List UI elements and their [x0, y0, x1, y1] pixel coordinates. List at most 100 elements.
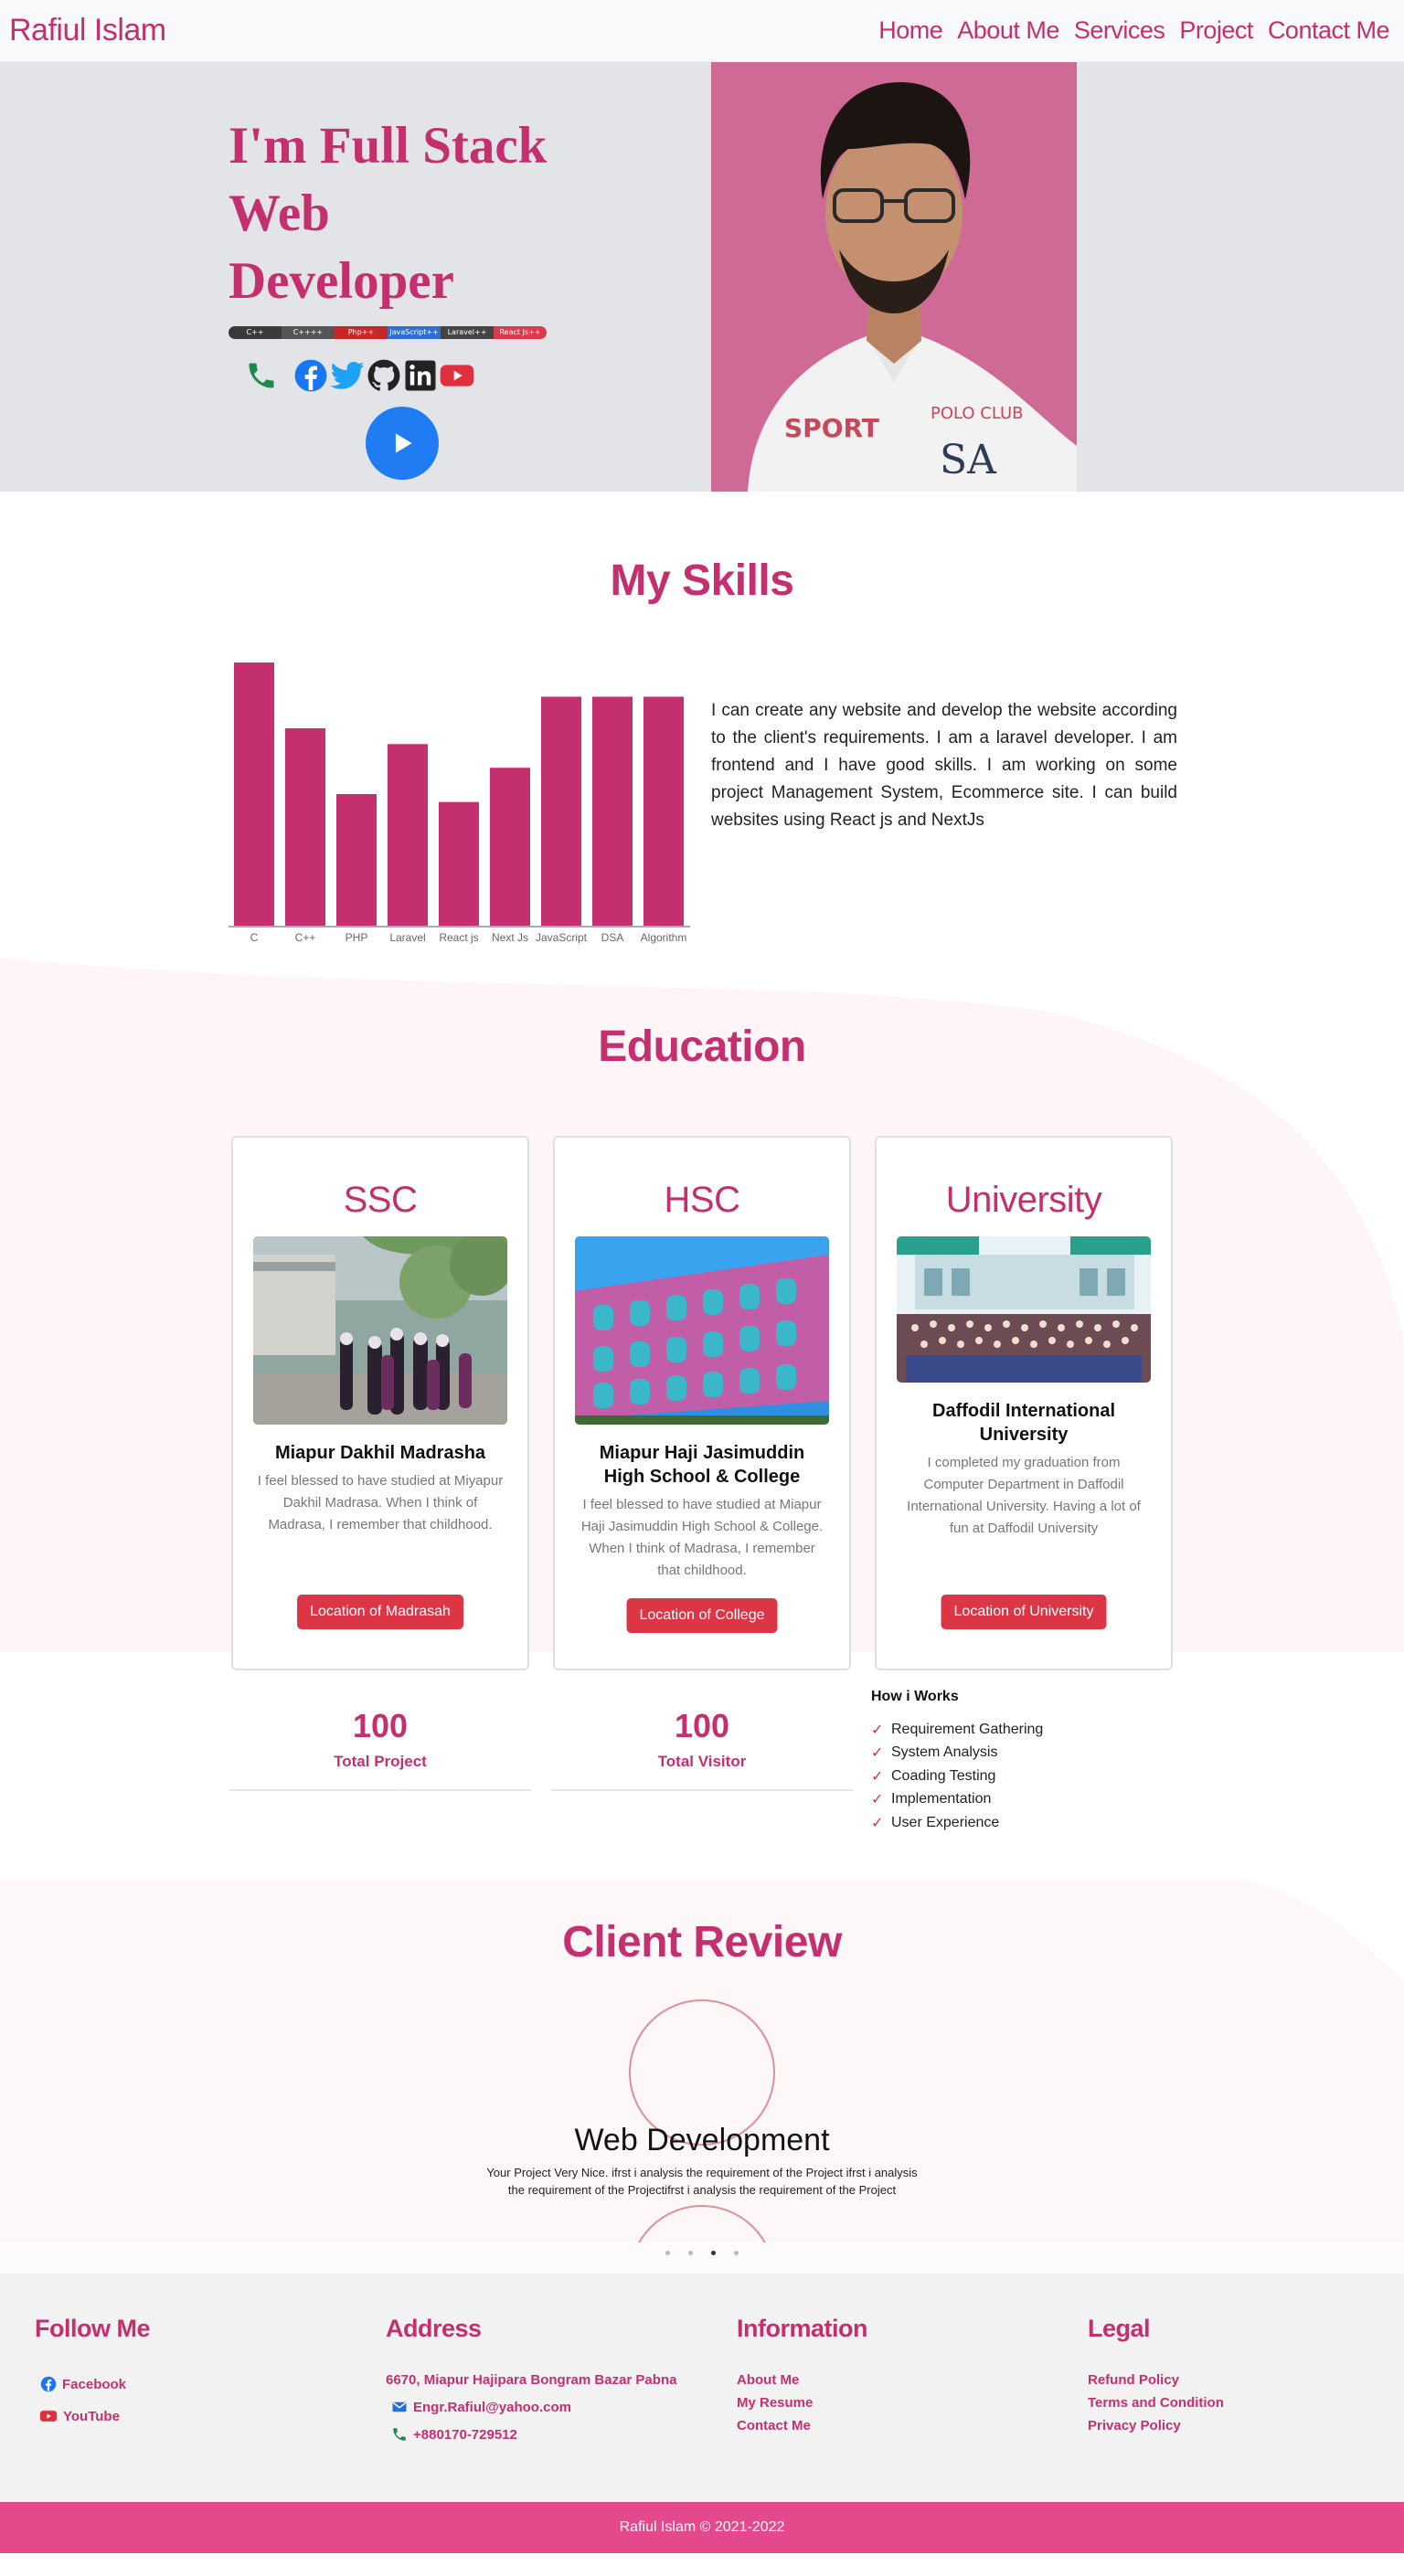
footer-street: 6670, Miapur Hajipara Bongram Bazar Pabn…	[386, 2372, 677, 2388]
nav-link-home[interactable]: Home	[878, 16, 943, 45]
card-heading: SSC	[343, 1180, 418, 1220]
skill-bar-label: PHP	[346, 931, 368, 944]
card-school-name: Miapur Dakhil Madrasha	[274, 1443, 486, 1463]
check-icon: ✓	[871, 1745, 884, 1762]
footer-link-contact[interactable]: Contact Me	[737, 2418, 867, 2433]
nav-links: Home About Me Services Project Contact M…	[878, 16, 1389, 45]
brand-logo[interactable]: Rafiul Islam	[9, 13, 166, 48]
footer-youtube-link[interactable]: YouTube	[35, 2407, 150, 2425]
skill-bar-javascript	[541, 696, 581, 926]
review-bottom-mask	[0, 2242, 1404, 2274]
card-heading: University	[945, 1180, 1102, 1220]
review-heading: Web Development	[574, 2123, 830, 2157]
footer: Follow Me Facebook YouTube Address 6670,…	[0, 2274, 1404, 2502]
skill-badge: Php++	[335, 326, 388, 339]
copyright-bar: Rafiul Islam © 2021-2022	[0, 2502, 1404, 2553]
skills-description: I can create any website and develop the…	[711, 701, 1177, 830]
how-item: ✓ System Analysis	[871, 1744, 998, 1762]
phone-icon	[393, 2428, 406, 2441]
carousel-dots	[665, 2251, 739, 2255]
footer-facebook-link[interactable]: Facebook	[35, 2376, 150, 2392]
social-links	[243, 357, 548, 394]
skill-bar-label: React js	[439, 931, 478, 944]
stat-label: Total Visitor	[657, 1753, 747, 1770]
skills-bar-chart: C C++ PHP Laravel React js Next Js JavaScript D…	[229, 663, 690, 944]
linkedin-icon[interactable]	[402, 357, 439, 394]
stat-label: Total Project	[334, 1753, 427, 1770]
footer-address: Address 6670, Miapur Hajipara Bongram Ba…	[386, 2315, 676, 2443]
skill-badge: Laravel++	[441, 326, 494, 339]
skill-bar-next-js	[490, 768, 530, 926]
location-college-button[interactable]: Location of College	[626, 1598, 778, 1633]
location-madrasah-button[interactable]: Location of Madrasah	[297, 1595, 463, 1629]
skills-section: My Skills C C++ PHP Laravel React js Next Js J…	[0, 492, 1404, 958]
svg-text:SA: SA	[940, 437, 997, 483]
skill-badge: C++	[229, 326, 282, 339]
how-i-works: How i Works ✓ Requirement Gathering ✓ Syst…	[871, 1689, 1145, 1835]
skill-bar-label: DSA	[601, 931, 624, 944]
stat-value: 100	[352, 1707, 409, 1744]
svg-text:POLO CLUB: POLO CLUB	[931, 404, 1024, 423]
skill-bar-react-js	[439, 801, 479, 926]
twitter-icon[interactable]	[329, 357, 366, 394]
footer-email-link[interactable]: Engr.Rafiul@yahoo.com	[386, 2399, 676, 2415]
footer-information-title: Information	[737, 2315, 868, 2342]
carousel-dot[interactable]	[734, 2251, 739, 2255]
skill-badge: C++++	[282, 326, 335, 339]
carousel-dot[interactable]	[665, 2251, 670, 2255]
skill-bar-c	[234, 663, 274, 926]
skill-bar-algorithm	[644, 696, 684, 926]
carousel-dot-active[interactable]	[711, 2251, 716, 2255]
footer-link-terms[interactable]: Terms and Condition	[1088, 2395, 1224, 2411]
skill-bar-label: Next Js	[492, 931, 528, 944]
location-university-button[interactable]: Location of University	[941, 1595, 1107, 1629]
stat-total-project: 100 Total Project	[229, 1707, 531, 1791]
how-item: ✓ Coading Testing	[871, 1767, 996, 1785]
svg-text:SPORT: SPORT	[784, 413, 879, 443]
github-icon[interactable]	[366, 357, 402, 394]
client-review-section: Client Review Web Development Your Proje…	[0, 1881, 1404, 2274]
how-item: ✓ User Experience	[871, 1814, 1000, 1831]
footer-legal: Legal Refund Policy Terms and Condition …	[1088, 2315, 1224, 2433]
nav-link-services[interactable]: Services	[1074, 16, 1165, 45]
nav-link-contact[interactable]: Contact Me	[1268, 16, 1390, 45]
footer-link-about[interactable]: About Me	[737, 2372, 867, 2388]
footer-link-refund[interactable]: Refund Policy	[1088, 2372, 1224, 2388]
footer-phone-link[interactable]: +880170-729512	[386, 2426, 676, 2443]
card-description: I completed my graduation from Computer …	[907, 1455, 1141, 1536]
skill-bar-label: Laravel	[389, 931, 425, 944]
skill-bar-label: C++	[295, 931, 316, 944]
card-school-name: Daffodil International University	[932, 1401, 1115, 1445]
how-title: How i Works	[871, 1689, 959, 1704]
education-title: Education	[598, 1023, 806, 1071]
card-description: I feel blessed to have studied at Miapur…	[580, 1497, 824, 1578]
skill-bar-php	[336, 794, 377, 926]
review-title: Client Review	[562, 1918, 842, 1966]
profile-photo: SPORT POLO CLUB SA	[711, 62, 1077, 492]
education-card-university: University Daffodil International Univer…	[875, 1136, 1173, 1670]
carousel-dot[interactable]	[688, 2251, 693, 2255]
youtube-icon	[39, 2411, 58, 2422]
hero-title-line1: I'm Full Stack	[229, 117, 548, 175]
hero-title-line2: Web Developer	[229, 185, 454, 310]
stat-value: 100	[674, 1707, 730, 1744]
facebook-icon[interactable]	[292, 357, 329, 394]
skill-bar-label: C	[250, 931, 259, 944]
education-card-ssc: SSC Miapur Dakhil Madrasha I feel blesse…	[231, 1136, 529, 1670]
footer-link-privacy[interactable]: Privacy Policy	[1088, 2418, 1224, 2433]
college-photo	[575, 1236, 829, 1425]
navbar: Rafiul Islam Home About Me Services Proj…	[0, 0, 1404, 62]
university-photo	[897, 1236, 1151, 1383]
madrasah-photo	[253, 1236, 507, 1425]
nav-link-about[interactable]: About Me	[957, 16, 1059, 45]
youtube-icon[interactable]	[439, 357, 475, 394]
skill-badge-strip: C++ C++++ Php++ JavaScript++ Laravel++ R…	[229, 326, 547, 339]
check-icon: ✓	[871, 1722, 884, 1738]
card-heading: HSC	[664, 1180, 740, 1220]
nav-link-project[interactable]: Project	[1179, 16, 1253, 45]
footer-link-resume[interactable]: My Resume	[737, 2395, 867, 2411]
phone-icon[interactable]	[243, 357, 280, 394]
hero-title: I'm Full Stack Web Developer	[229, 112, 548, 315]
skill-bar-laravel	[388, 744, 428, 926]
play-video-button[interactable]	[366, 407, 439, 480]
